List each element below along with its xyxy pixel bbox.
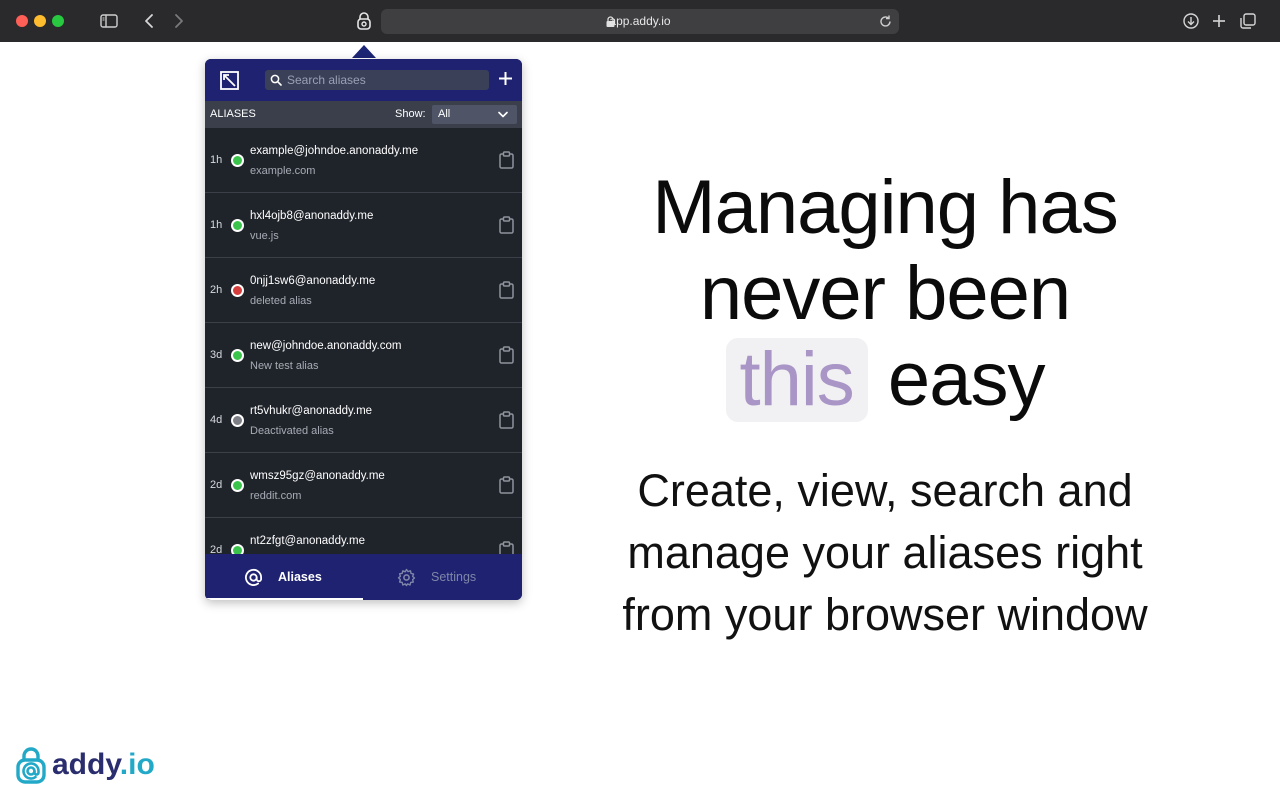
- aliases-heading: ALIASES: [210, 108, 256, 120]
- alias-age: 2d: [210, 544, 223, 554]
- alias-row[interactable]: 1h example@johndoe.anonaddy.me example.c…: [205, 128, 522, 193]
- clipboard-icon[interactable]: [499, 346, 514, 364]
- headline-highlight: this: [725, 338, 868, 422]
- alias-description: deleted alias: [250, 295, 312, 307]
- url-text: app.addy.io: [609, 14, 671, 28]
- brand-name-text: addy: [52, 748, 120, 781]
- search-icon: [270, 74, 282, 86]
- headline-line: this easy: [585, 337, 1185, 423]
- browser-toolbar: app.addy.io: [0, 0, 1280, 42]
- alias-email: 0njj1sw6@anonaddy.me: [250, 275, 376, 287]
- alias-email: example@johndoe.anonaddy.me: [250, 145, 419, 157]
- aliases-toolbar: ALIASES Show: All: [205, 101, 522, 128]
- status-active-icon: [231, 154, 244, 167]
- alias-description: Deactivated alias: [250, 425, 334, 437]
- alias-description: New test alias: [250, 360, 319, 372]
- alias-email: hxl4ojb8@anonaddy.me: [250, 210, 374, 222]
- close-window-button[interactable]: [16, 15, 28, 27]
- subline-line: Create, view, search and: [637, 465, 1133, 516]
- headline-line: Managing has: [652, 165, 1118, 250]
- tab-settings-label: Settings: [431, 570, 477, 584]
- alias-age: 1h: [210, 154, 223, 166]
- reload-icon[interactable]: [878, 14, 893, 29]
- alias-description: reddit.com: [250, 490, 302, 502]
- status-active-icon: [231, 349, 244, 362]
- alias-row[interactable]: 2d nt2zfgt@anonaddy.me: [205, 518, 522, 554]
- alias-age: 2d: [210, 479, 223, 491]
- subline-line: from your browser window: [622, 589, 1148, 640]
- alias-description: vue.js: [250, 230, 279, 242]
- clipboard-icon[interactable]: [499, 476, 514, 494]
- alias-row[interactable]: 1h hxl4ojb8@anonaddy.me vue.js: [205, 193, 522, 258]
- hero-headline: Managing has never been this easy: [585, 165, 1185, 423]
- hero-subheadline: Create, view, search and manage your ali…: [565, 460, 1205, 646]
- clipboard-icon[interactable]: [499, 411, 514, 429]
- clipboard-icon[interactable]: [499, 216, 514, 234]
- address-bar[interactable]: app.addy.io: [381, 9, 899, 34]
- alias-age: 1h: [210, 219, 223, 231]
- download-icon[interactable]: [1181, 11, 1201, 31]
- alias-row[interactable]: 3d new@johndoe.anonaddy.com New test ali…: [205, 323, 522, 388]
- back-icon[interactable]: [140, 11, 160, 31]
- show-filter-value: All: [438, 108, 451, 120]
- extension-icon[interactable]: [354, 11, 374, 31]
- popup-tab-bar: Aliases Settings: [205, 554, 522, 600]
- tab-settings[interactable]: Settings: [363, 554, 522, 600]
- alias-row[interactable]: 2h 0njj1sw6@anonaddy.me deleted alias: [205, 258, 522, 323]
- subline-line: manage your aliases right: [627, 527, 1143, 578]
- maximize-window-button[interactable]: [52, 15, 64, 27]
- alias-email: wmsz95gz@anonaddy.me: [250, 470, 385, 482]
- sidebar-icon[interactable]: [99, 11, 119, 31]
- clipboard-icon[interactable]: [499, 541, 514, 554]
- tabs-overview-icon[interactable]: [1238, 11, 1258, 31]
- popover-arrow: [352, 45, 376, 58]
- new-tab-icon[interactable]: [1209, 11, 1229, 31]
- gear-icon: [397, 568, 416, 587]
- brand-tld: .io: [119, 748, 155, 781]
- headline-end: easy: [887, 337, 1046, 422]
- brand-name: addy.io: [52, 748, 155, 782]
- status-active-icon: [231, 479, 244, 492]
- headline-line: never been: [699, 251, 1071, 336]
- at-sign-icon: [245, 568, 263, 586]
- show-label: Show:: [395, 108, 426, 120]
- active-tab-indicator: [205, 598, 363, 600]
- alias-row[interactable]: 2d wmsz95gz@anonaddy.me reddit.com: [205, 453, 522, 518]
- alias-description: example.com: [250, 165, 316, 177]
- alias-list: 1h example@johndoe.anonaddy.me example.c…: [205, 128, 522, 554]
- tab-aliases-label: Aliases: [278, 570, 322, 584]
- tab-aliases[interactable]: Aliases: [205, 554, 363, 600]
- alias-email: nt2zfgt@anonaddy.me: [250, 535, 366, 547]
- alias-age: 2h: [210, 284, 223, 296]
- status-deleted-icon: [231, 284, 244, 297]
- alias-age: 3d: [210, 349, 223, 361]
- search-input[interactable]: [287, 70, 485, 90]
- add-alias-icon[interactable]: [498, 71, 513, 86]
- status-active-icon: [231, 219, 244, 232]
- addy-logo-icon: [16, 747, 46, 784]
- status-inactive-icon: [231, 414, 244, 427]
- alias-email: new@johndoe.anonaddy.com: [250, 340, 402, 352]
- show-filter-select[interactable]: All: [432, 105, 517, 124]
- brand-logo: addy.io: [16, 746, 176, 786]
- open-app-icon[interactable]: [220, 71, 239, 90]
- alias-row[interactable]: 4d rt5vhukr@anonaddy.me Deactivated alia…: [205, 388, 522, 453]
- forward-icon[interactable]: [168, 11, 188, 31]
- status-active-icon: [231, 544, 244, 554]
- minimize-window-button[interactable]: [34, 15, 46, 27]
- chevron-down-icon: [498, 111, 508, 118]
- extension-popup: ALIASES Show: All 1h example@johndoe.ano…: [205, 59, 522, 600]
- alias-age: 4d: [210, 414, 223, 426]
- search-box[interactable]: [265, 70, 489, 90]
- clipboard-icon[interactable]: [499, 281, 514, 299]
- clipboard-icon[interactable]: [499, 151, 514, 169]
- popup-header: [205, 59, 522, 101]
- alias-email: rt5vhukr@anonaddy.me: [250, 405, 373, 417]
